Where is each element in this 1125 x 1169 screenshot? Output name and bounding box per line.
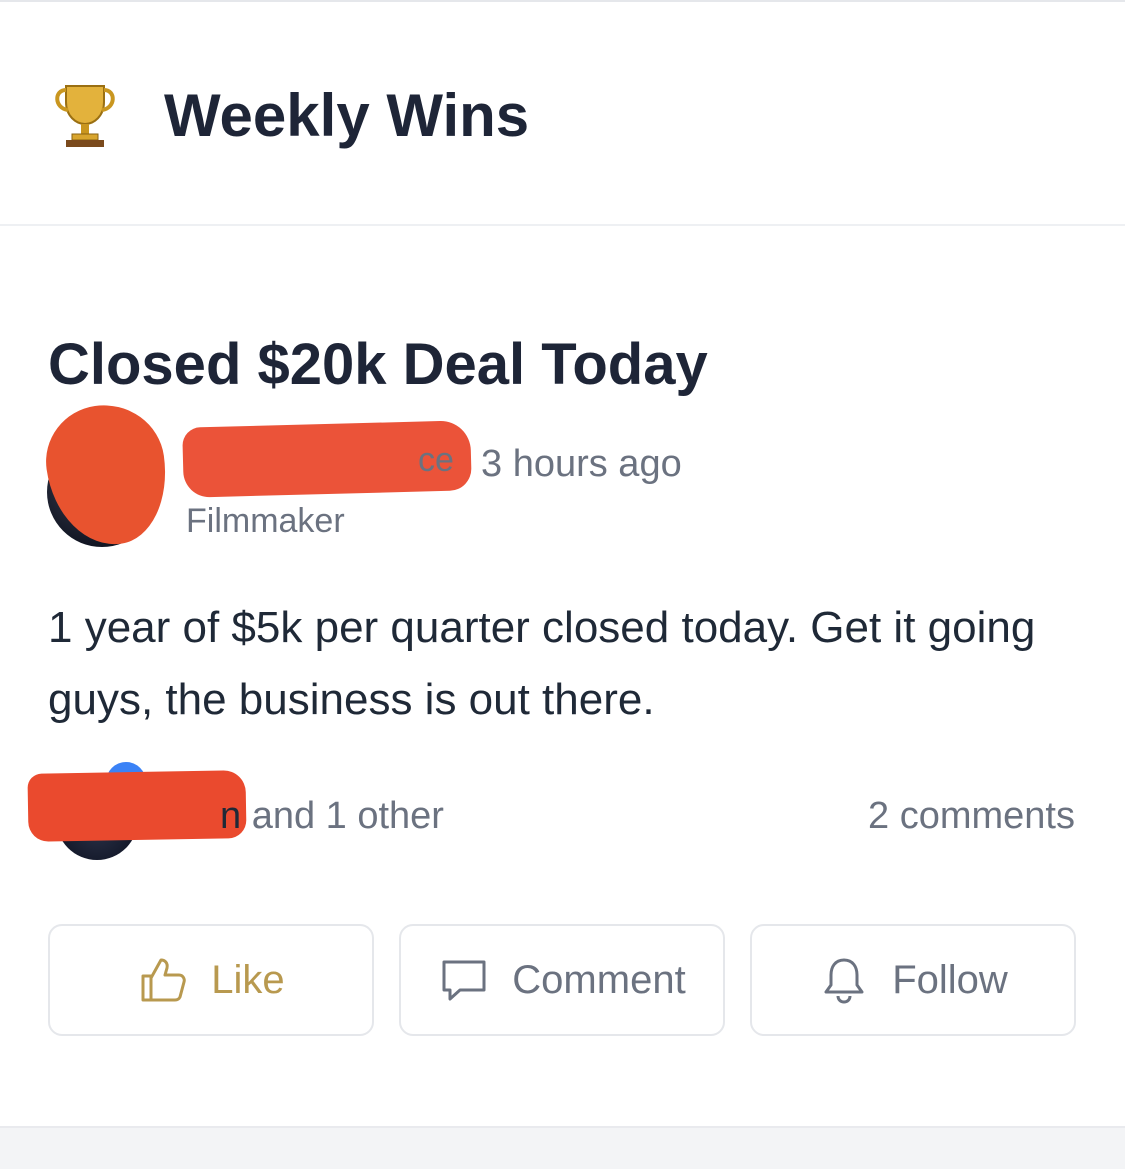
comments-count[interactable]: 2 comments	[868, 793, 1075, 839]
section-header: Weekly Wins	[0, 2, 1125, 226]
comment-label: Comment	[512, 957, 686, 1002]
reactor-redaction	[27, 770, 247, 842]
author-name-fragment[interactable]: ce	[418, 441, 454, 480]
post-body: 1 year of $5k per quarter closed today. …	[48, 603, 1036, 724]
feed-separator	[0, 1126, 1125, 1169]
bell-icon	[824, 958, 864, 1004]
avatar-redaction	[38, 397, 176, 553]
trophy-icon	[55, 85, 115, 147]
like-label: Like	[211, 957, 285, 1002]
section-title: Weekly Wins	[164, 82, 530, 149]
comment-button[interactable]: Comment	[399, 924, 725, 1036]
author-role: Filmmaker	[186, 502, 345, 540]
reactions-others: and 1 other	[241, 795, 444, 837]
reactor-name-fragment: n	[220, 795, 242, 837]
like-button[interactable]: Like	[48, 924, 374, 1036]
post-title[interactable]: Closed $20k Deal Today	[48, 330, 708, 400]
post-timestamp: 3 hours ago	[481, 443, 682, 485]
comment-icon	[442, 960, 486, 1001]
thumbs-up-icon	[141, 958, 187, 1002]
follow-button[interactable]: Follow	[750, 924, 1076, 1036]
reactions-summary[interactable]: n and 1 other	[220, 793, 444, 839]
follow-label: Follow	[892, 957, 1008, 1002]
